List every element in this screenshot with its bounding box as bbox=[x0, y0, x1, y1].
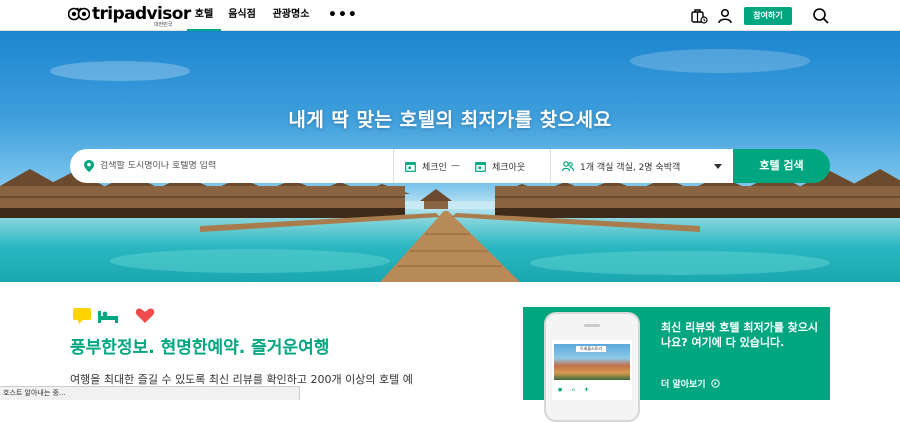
join-button[interactable]: 참여하기 bbox=[744, 7, 792, 25]
phone-screen: 트래블스토리 ◼ ⌂ ✚ bbox=[552, 340, 632, 400]
browser-status-bar: 호스트 알아내는 중... bbox=[0, 386, 300, 400]
feature-icons bbox=[73, 307, 163, 325]
phone-mockup: 트래블스토리 ◼ ⌂ ✚ bbox=[544, 312, 640, 422]
logo-text: tripadvisor bbox=[92, 4, 191, 24]
guests-icon bbox=[562, 160, 574, 171]
phone-nav-dots: ◼ ⌂ ✚ bbox=[558, 387, 589, 393]
hero-title: 내게 딱 맞는 호텔의 최저가를 찾으세요 bbox=[288, 109, 612, 131]
bed-icon bbox=[98, 311, 118, 323]
destination-input[interactable] bbox=[100, 161, 390, 171]
app-promo-card[interactable]: 트래블스토리 ◼ ⌂ ✚ 최신 리뷰와 호텔 최저가를 찾으시나요? 여기에 다… bbox=[523, 307, 830, 422]
checkout-label: 체크아웃 bbox=[492, 162, 526, 173]
speech-bubble-icon bbox=[73, 308, 91, 324]
destination-segment[interactable] bbox=[84, 149, 394, 183]
more-menu-button[interactable]: ••• bbox=[328, 7, 358, 23]
user-icon[interactable] bbox=[716, 7, 734, 25]
learn-more-link[interactable]: 더 알아보기 bbox=[661, 377, 720, 390]
checkout-segment[interactable]: 체크아웃 bbox=[475, 149, 550, 183]
location-pin-icon bbox=[84, 160, 94, 172]
logo-locale: 대한민국 bbox=[154, 22, 173, 28]
top-header: tripadvisor 대한민국 호텔 음식점 관광명소 ••• 참여하기 bbox=[0, 0, 900, 31]
suitcase-icon[interactable] bbox=[690, 7, 708, 25]
guests-label: 1개 객실 객실, 2명 숙박객 bbox=[580, 162, 681, 173]
chevron-down-icon bbox=[714, 164, 722, 169]
guests-segment[interactable]: 1개 객실 객실, 2명 숙박객 bbox=[562, 149, 730, 183]
tab-restaurants[interactable]: 음식점 bbox=[225, 0, 259, 31]
calendar-icon bbox=[405, 161, 416, 172]
heart-icon bbox=[135, 308, 155, 323]
promo-text: 최신 리뷰와 호텔 최저가를 찾으시나요? 여기에 다 있습니다. bbox=[661, 321, 818, 349]
divider bbox=[393, 149, 394, 183]
hotel-search-button[interactable]: 호텔 검색 bbox=[733, 149, 830, 183]
phone-badge: 트래블스토리 bbox=[576, 346, 606, 352]
checkin-segment[interactable]: 체크인 — bbox=[405, 149, 475, 183]
date-separator: — bbox=[450, 161, 460, 171]
search-icon[interactable] bbox=[812, 7, 830, 25]
calendar-icon bbox=[475, 161, 486, 172]
phone-speaker bbox=[584, 324, 600, 327]
arrow-circle-icon bbox=[710, 379, 720, 388]
checkin-label: 체크인 bbox=[422, 162, 447, 173]
hotel-search-bar: 체크인 — 체크아웃 1개 객실 객실, 2명 숙박객 bbox=[70, 149, 733, 183]
tagline: 풍부한정보. 현명한예약. 즐거운여행 bbox=[70, 338, 330, 358]
tab-hotels[interactable]: 호텔 bbox=[187, 0, 221, 31]
owl-logo-icon bbox=[68, 7, 90, 21]
tripadvisor-logo[interactable]: tripadvisor 대한민국 bbox=[68, 3, 191, 29]
learn-more-label: 더 알아보기 bbox=[661, 380, 706, 390]
hero-banner: 내게 딱 맞는 호텔의 최저가를 찾으세요 체크인 — bbox=[0, 31, 900, 282]
divider bbox=[550, 149, 551, 183]
tab-attractions[interactable]: 관광명소 bbox=[266, 0, 316, 31]
